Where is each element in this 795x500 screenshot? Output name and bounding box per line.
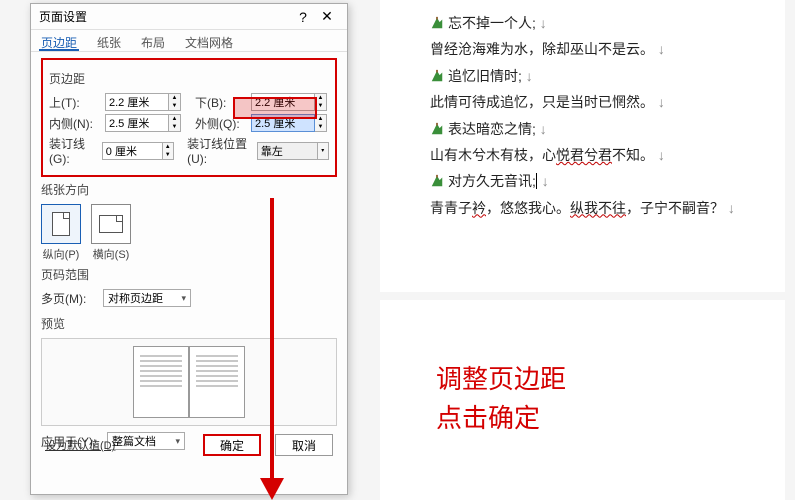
doc-line: 此情可待成追忆，只是当时已惘然。 ↓ [430, 91, 777, 113]
label-inner: 内侧(N): [49, 115, 105, 132]
landscape-icon [99, 215, 123, 233]
input-inner[interactable]: 2.5 厘米 [105, 114, 169, 132]
portrait-label: 纵向(P) [43, 246, 80, 262]
orientation-landscape[interactable]: 横向(S) [91, 204, 131, 262]
chevron-down-icon: ▾ [181, 293, 186, 304]
select-gutter-pos[interactable]: 靠左 [257, 142, 318, 160]
orientation-portrait[interactable]: 纵向(P) [41, 204, 81, 262]
document-area-top: 忘不掉一个人; ↓ 曾经沧海难为水，除却巫山不是云。 ↓ 追忆旧情时; ↓ 此情可待成… [380, 0, 785, 292]
titlebar: 页面设置 ? ✕ [31, 4, 347, 30]
annotation-line2: 点击确定 [436, 399, 777, 438]
preview-box [41, 338, 337, 426]
spin-inner[interactable]: ▲▼ [169, 114, 181, 132]
portrait-icon [52, 212, 70, 236]
ok-button[interactable]: 确定 [203, 434, 261, 456]
spin-top[interactable]: ▲▼ [169, 93, 181, 111]
doc-line: 忘不掉一个人; ↓ [430, 12, 777, 34]
annotation-line1: 调整页边距 [436, 360, 777, 399]
dialog-title: 页面设置 [39, 8, 291, 25]
portrait-button[interactable] [41, 204, 81, 244]
tab-grid[interactable]: 文档网格 [183, 32, 235, 51]
tab-layout[interactable]: 布局 [139, 32, 167, 51]
page-setup-dialog: 页面设置 ? ✕ 页边距 纸张 布局 文档网格 页边距 上(T): 2.2 厘米… [30, 3, 348, 495]
label-gutter-pos: 装订线位置(U): [187, 135, 257, 166]
multi-value: 对称页边距 [108, 290, 163, 306]
document-area-bottom: 调整页边距 点击确定 [380, 300, 785, 500]
doc-line: 表达暗恋之情; ↓ [430, 118, 777, 140]
tab-margins[interactable]: 页边距 [39, 32, 79, 51]
doc-line: 曾经沧海难为水，除却巫山不是云。 ↓ [430, 38, 777, 60]
label-top: 上(T): [49, 94, 105, 111]
orientation-group: 纵向(P) 横向(S) [41, 204, 337, 262]
section-orientation-title: 纸张方向 [41, 181, 337, 198]
doc-line: 青青子衿，悠悠我心。纵我不往，子宁不嗣音？ ↓ [430, 197, 777, 219]
doc-line: 追忆旧情时; ↓ [430, 65, 777, 87]
spin-gutter[interactable]: ▲▼ [163, 142, 174, 160]
section-margins-title: 页边距 [49, 70, 329, 87]
multi-label: 多页(M): [41, 290, 97, 307]
section-preview-title: 预览 [41, 315, 337, 332]
dialog-button-row: 设为默认值(D) 确定 取消 [31, 434, 347, 456]
preview-page-right [189, 346, 245, 418]
multi-page-row: 多页(M): 对称页边距 ▾ [41, 289, 337, 307]
landscape-button[interactable] [91, 204, 131, 244]
doc-line: 山有木兮木有枝，心悦君兮君不知。 ↓ [430, 144, 777, 166]
landscape-label: 横向(S) [93, 246, 130, 262]
preview-page-left [133, 346, 189, 418]
multi-dropdown[interactable]: 对称页边距 ▾ [103, 289, 191, 307]
doc-line: 对方久无音讯; ↓ [430, 170, 777, 192]
outer-value-highlight [233, 97, 317, 119]
label-gutter: 装订线(G): [49, 135, 102, 166]
cancel-button[interactable]: 取消 [275, 434, 333, 456]
dd-gutter-pos[interactable]: ▾ [318, 142, 329, 160]
input-top[interactable]: 2.2 厘米 [105, 93, 169, 111]
tabs: 页边距 纸张 布局 文档网格 [31, 30, 347, 52]
section-pages-title: 页码范围 [41, 266, 337, 283]
help-button[interactable]: ? [291, 9, 315, 25]
set-default-link[interactable]: 设为默认值(D) [45, 437, 115, 453]
close-button[interactable]: ✕ [315, 8, 339, 25]
tab-paper[interactable]: 纸张 [95, 32, 123, 51]
input-gutter[interactable]: 0 厘米 [102, 142, 163, 160]
